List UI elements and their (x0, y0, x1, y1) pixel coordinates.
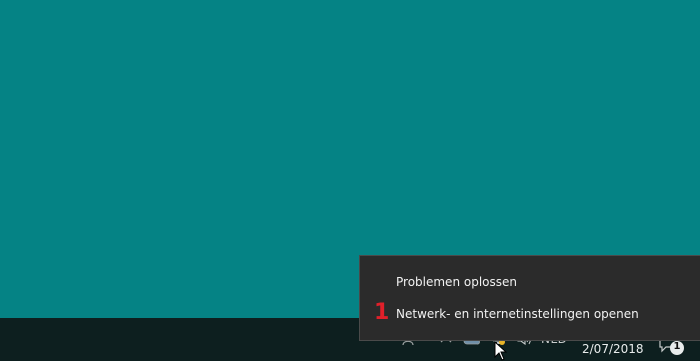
menu-item-troubleshoot[interactable]: Problemen oplossen (360, 267, 700, 297)
menu-item-open-network-settings[interactable]: Netwerk- en internetinstellingen openen (360, 299, 700, 329)
network-context-menu: Problemen oplossen Netwerk- en interneti… (359, 255, 700, 341)
clock-date[interactable]: 2/07/2018 (582, 342, 644, 356)
step-number-marker: 1 (374, 300, 390, 325)
mouse-cursor-icon (494, 341, 508, 361)
desktop-background: NLD 2/07/2018 1 Problemen oplossen Netwe… (0, 0, 700, 361)
notification-count-badge: 1 (673, 341, 681, 352)
